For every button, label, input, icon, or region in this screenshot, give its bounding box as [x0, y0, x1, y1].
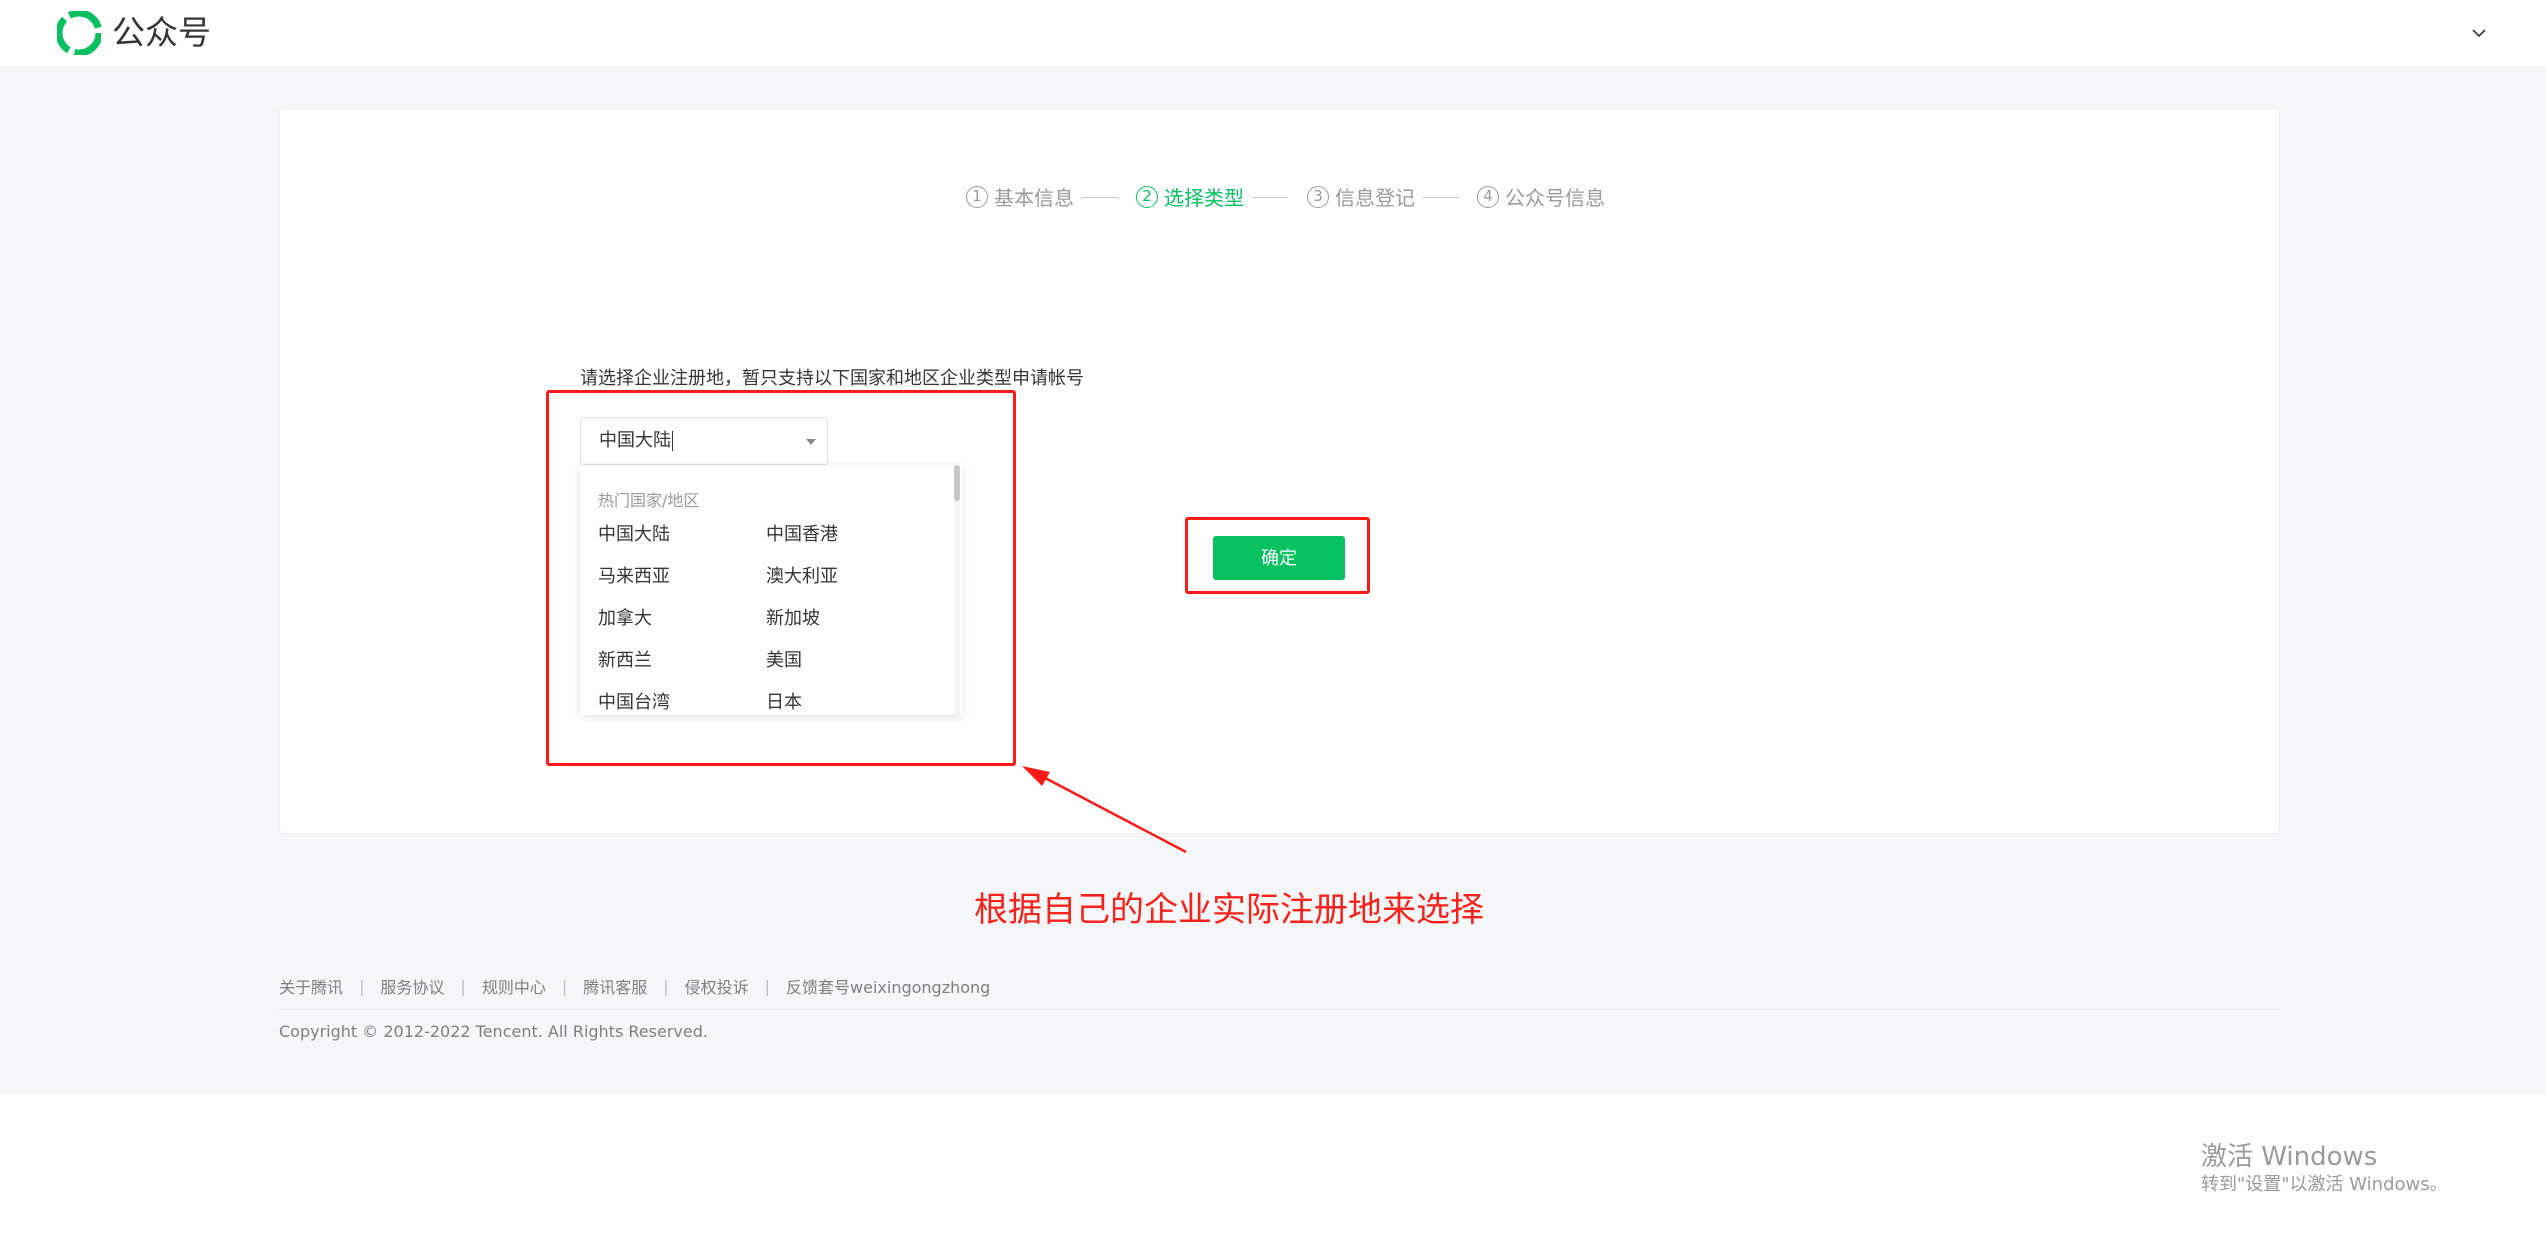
step-account-info: 4 公众号信息	[1477, 182, 1605, 211]
step-label: 基本信息	[994, 186, 1074, 210]
footer-divider	[279, 1009, 2280, 1010]
windows-activation-title: 激活 Windows	[2201, 1142, 2378, 1172]
region-prompt: 请选择企业注册地，暂只支持以下国家和地区企业类型申请帐号	[580, 368, 1084, 389]
footer-link[interactable]: 腾讯客服	[583, 974, 647, 998]
annotation-text: 根据自己的企业实际注册地来选择	[974, 890, 1484, 930]
wechat-official-account-logo-icon[interactable]	[57, 11, 101, 55]
footer-link[interactable]: 关于腾讯	[279, 974, 343, 998]
step-basic-info: 1 基本信息	[966, 182, 1074, 211]
step-number: 3	[1307, 185, 1329, 208]
step-select-type: 2 选择类型	[1136, 182, 1244, 211]
step-number: 2	[1136, 185, 1158, 208]
footer-separator: |	[561, 976, 568, 996]
footer-link[interactable]: 服务协议	[380, 974, 444, 998]
step-info-registration: 3 信息登记	[1307, 182, 1415, 211]
highlight-box-region	[546, 390, 1016, 766]
step-connector	[1423, 197, 1459, 198]
highlight-box-confirm	[1185, 517, 1370, 594]
step-label: 信息登记	[1335, 186, 1415, 210]
footer-links: 关于腾讯 | 服务协议 | 规则中心 | 腾讯客服 | 侵权投诉 | 反馈套号w…	[279, 974, 990, 998]
step-label: 公众号信息	[1505, 186, 1605, 210]
copyright-text: Copyright © 2012-2022 Tencent. All Right…	[279, 1022, 708, 1041]
annotation-arrow-icon	[1022, 766, 1187, 854]
step-number: 1	[966, 185, 988, 208]
footer-link[interactable]: 规则中心	[482, 974, 546, 998]
footer-separator: |	[663, 976, 669, 996]
top-bar: 公众号	[0, 0, 2546, 68]
step-number: 4	[1477, 185, 1499, 208]
footer-separator: |	[460, 976, 466, 996]
chevron-down-icon[interactable]	[2466, 20, 2492, 46]
step-connector	[1082, 197, 1118, 198]
footer-link[interactable]: 侵权投诉	[685, 974, 749, 998]
step-label: 选择类型	[1164, 186, 1244, 210]
footer-link[interactable]: 反馈套号weixingongzhong	[786, 974, 990, 998]
windows-activation-subtitle: 转到"设置"以激活 Windows。	[2201, 1174, 2448, 1195]
logo-text[interactable]: 公众号	[112, 12, 211, 54]
step-connector	[1252, 197, 1288, 198]
footer-separator: |	[764, 976, 771, 996]
registration-stepper: 1 基本信息 2 选择类型 3 信息登记 4 公众号信息	[0, 182, 2546, 214]
footer-separator: |	[359, 976, 365, 996]
